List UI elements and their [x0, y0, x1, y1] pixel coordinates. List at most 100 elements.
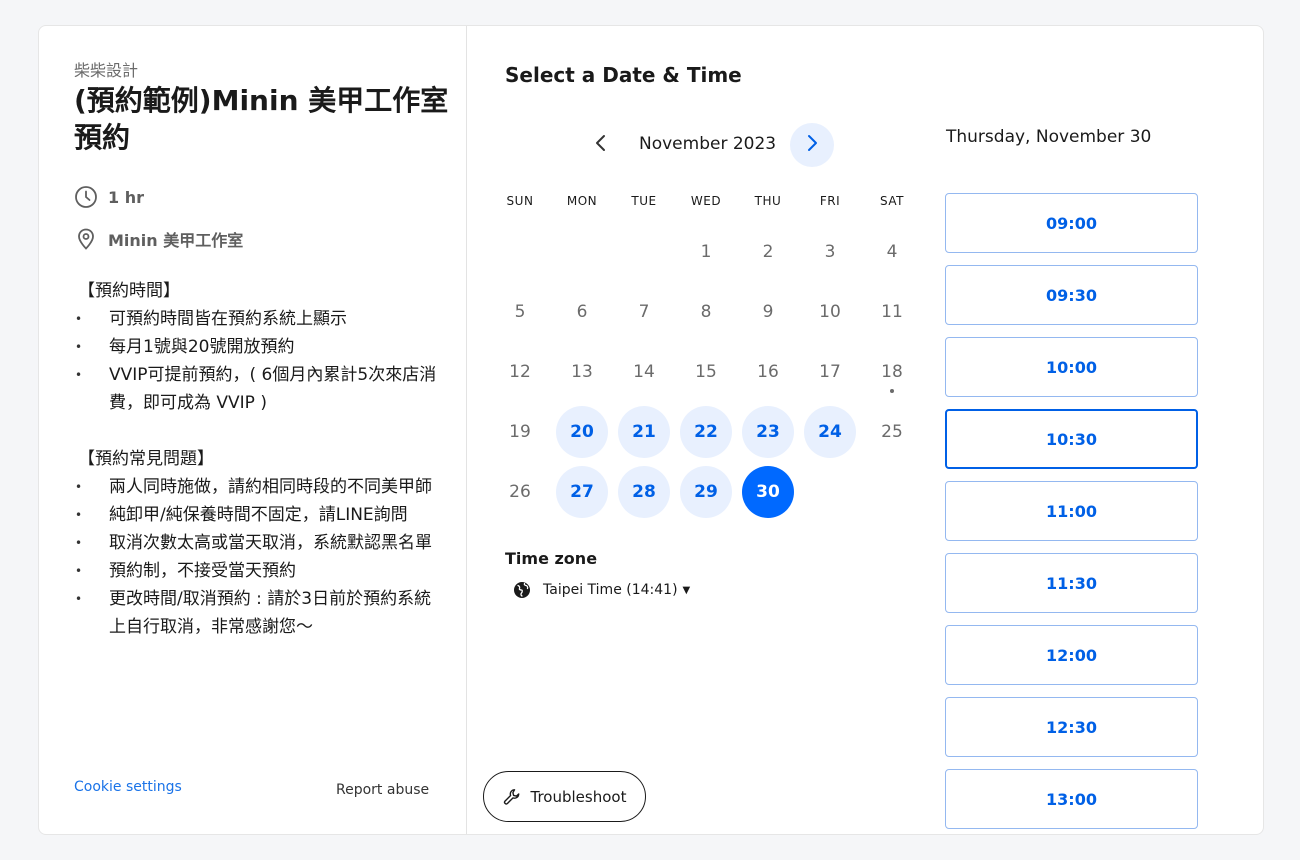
selected-day[interactable]: 30: [737, 462, 799, 522]
time-slot-button[interactable]: 09:00: [945, 193, 1198, 253]
weekday-label: MON: [566, 194, 598, 208]
time-slot-button[interactable]: 11:30: [945, 553, 1198, 613]
day-cell: 26: [489, 462, 551, 522]
day-cell: 3: [799, 222, 861, 282]
list-item: 取消次數太高或當天取消，系統默認黑名單: [74, 529, 444, 557]
day-number: 24: [804, 406, 856, 458]
day-number: 11: [881, 302, 903, 322]
time-slot-button[interactable]: 12:00: [945, 625, 1198, 685]
weekday-header: SUN MON TUE WED THU FRI SAT: [489, 194, 923, 208]
list-item: 純卸甲/純保養時間不固定，請LINE詢問: [74, 501, 444, 529]
day-cell: 11: [861, 282, 923, 342]
section-title-booking-time: 【預約時間】: [78, 281, 180, 301]
wrench-icon: [503, 788, 521, 806]
day-number: 17: [819, 362, 841, 382]
list-item: VVIP可提前預約，( 6個月內累計5次來店消費，即可成為 VVIP ): [74, 361, 444, 417]
calendar-week: 19 20 21 22 23 24 25: [489, 402, 923, 462]
booking-time-list: 可預約時間皆在預約系統上顯示 每月1號與20號開放預約 VVIP可提前預約，( …: [74, 305, 444, 417]
time-slot-button[interactable]: 11:00: [945, 481, 1198, 541]
day-number: 7: [638, 302, 650, 322]
time-slot-button[interactable]: 13:00: [945, 769, 1198, 829]
day-number: 26: [509, 482, 531, 502]
available-day[interactable]: 21: [613, 402, 675, 462]
day-number: 28: [618, 466, 670, 518]
available-day[interactable]: 20: [551, 402, 613, 462]
location-pin-icon: [74, 227, 98, 251]
day-number: 25: [881, 422, 903, 442]
day-number: 15: [695, 362, 717, 382]
time-slot-button[interactable]: 12:30: [945, 697, 1198, 757]
calendar-week: 1 2 3 4: [489, 222, 923, 282]
troubleshoot-label: Troubleshoot: [530, 787, 627, 806]
day-number: 5: [514, 302, 526, 322]
list-item: 每月1號與20號開放預約: [74, 333, 444, 361]
time-slot-button[interactable]: 09:30: [945, 265, 1198, 325]
day-cell: 17: [799, 342, 861, 402]
day-number: 13: [571, 362, 593, 382]
calendar-heading: Select a Date & Time: [505, 63, 742, 87]
empty-day-cell: [551, 222, 613, 282]
calendar-week: 12 13 14 15 16 17 18: [489, 342, 923, 402]
booking-card: 柴柴設計 (預約範例)Minin 美甲工作室預約 1 hr Minin 美甲工作…: [38, 25, 1264, 835]
day-cell: 8: [675, 282, 737, 342]
weekday-label: WED: [690, 194, 722, 208]
day-cell: 2: [737, 222, 799, 282]
day-cell: 18: [861, 342, 923, 402]
next-month-button[interactable]: [790, 123, 834, 167]
day-number: 29: [680, 466, 732, 518]
day-number: 27: [556, 466, 608, 518]
day-number: 22: [680, 406, 732, 458]
day-cell: 10: [799, 282, 861, 342]
day-cell: 25: [861, 402, 923, 462]
previous-month-button[interactable]: [583, 125, 619, 165]
troubleshoot-button[interactable]: Troubleshoot: [483, 771, 646, 822]
day-cell: 16: [737, 342, 799, 402]
weekday-label: THU: [754, 194, 782, 208]
caret-down-icon: ▼: [682, 584, 691, 596]
available-day[interactable]: 24: [799, 402, 861, 462]
globe-icon: [513, 581, 531, 599]
available-day[interactable]: 23: [737, 402, 799, 462]
available-day[interactable]: 29: [675, 462, 737, 522]
available-day[interactable]: 27: [551, 462, 613, 522]
day-cell: 4: [861, 222, 923, 282]
timezone-select[interactable]: Taipei Time (14:41) ▼: [513, 581, 690, 599]
day-number: 20: [556, 406, 608, 458]
timezone-label: Time zone: [505, 549, 598, 568]
chevron-right-icon: [805, 134, 819, 156]
available-day[interactable]: 22: [675, 402, 737, 462]
faq-list: 兩人同時施做，請約相同時段的不同美甲師 純卸甲/純保養時間不固定，請LINE詢問…: [74, 473, 444, 641]
day-number: 2: [762, 242, 774, 262]
month-label: November 2023: [639, 134, 777, 154]
day-number: 23: [742, 406, 794, 458]
cookie-settings-link[interactable]: Cookie settings: [74, 779, 182, 795]
organizer-name: 柴柴設計: [74, 61, 139, 80]
day-number: 21: [618, 406, 670, 458]
event-details-panel: 柴柴設計 (預約範例)Minin 美甲工作室預約 1 hr Minin 美甲工作…: [39, 26, 467, 834]
calendar-week: 26 27 28 29 30: [489, 462, 923, 522]
location-row: Minin 美甲工作室: [74, 227, 243, 251]
empty-day-cell: [613, 222, 675, 282]
chevron-left-icon: [594, 134, 608, 156]
day-number: 1: [700, 242, 712, 262]
weekday-label: TUE: [631, 194, 657, 208]
day-cell: 12: [489, 342, 551, 402]
time-slot-list: 09:00 09:30 10:00 10:30 11:00 11:30 12:00 12:30…: [945, 193, 1198, 834]
calendar-week: 5 6 7 8 9 10 11: [489, 282, 923, 342]
event-description: 【預約時間】 可預約時間皆在預約系統上顯示 每月1號與20號開放預約 VVIP可…: [74, 277, 444, 641]
timezone-value: Taipei Time (14:41): [543, 582, 678, 598]
day-cell: 1: [675, 222, 737, 282]
event-title: (預約範例)Minin 美甲工作室預約: [74, 84, 449, 154]
calendar-grid: 1 2 3 4 5 6 7 8 9 10 11 12 13 14 15 16 17 18 19 20 21 22 23 24 2…: [489, 222, 923, 522]
section-title-faq: 【預約常見問題】: [78, 449, 214, 469]
time-slot-button[interactable]: 10:30: [945, 409, 1198, 469]
day-number: 19: [509, 422, 531, 442]
list-item: 兩人同時施做，請約相同時段的不同美甲師: [74, 473, 444, 501]
day-number: 6: [576, 302, 588, 322]
report-abuse-link[interactable]: Report abuse: [336, 782, 429, 798]
available-day[interactable]: 28: [613, 462, 675, 522]
time-slot-button[interactable]: 10:00: [945, 337, 1198, 397]
day-cell: 6: [551, 282, 613, 342]
list-item: 預約制，不接受當天預約: [74, 557, 444, 585]
weekday-label: FRI: [819, 194, 841, 208]
